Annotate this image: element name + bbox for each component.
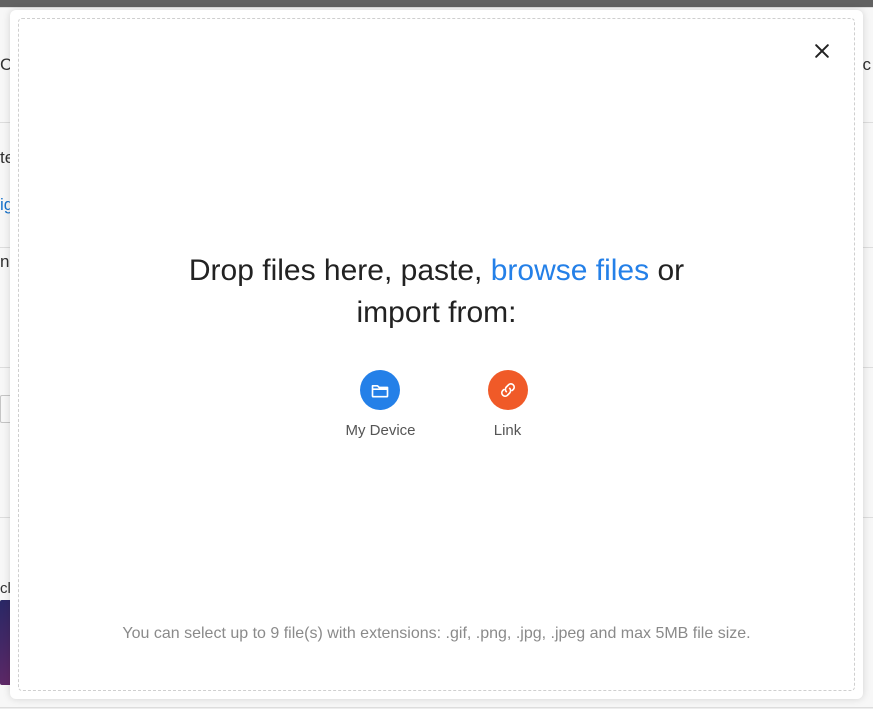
drop-prefix: Drop files here, paste, <box>189 254 491 287</box>
upload-restrictions: You can select up to 9 file(s) with exte… <box>70 621 803 647</box>
close-icon <box>812 41 832 61</box>
dropzone-content: Drop files here, paste, browse files or … <box>10 250 863 439</box>
modal-overlay: Drop files here, paste, browse files or … <box>0 0 873 709</box>
close-button[interactable] <box>809 38 835 64</box>
drop-suffix: import from: <box>356 296 516 329</box>
folder-icon <box>360 370 400 410</box>
drop-middle: or <box>649 254 684 287</box>
drop-instruction: Drop files here, paste, browse files or … <box>10 250 863 334</box>
source-link[interactable]: Link <box>488 370 528 439</box>
upload-modal: Drop files here, paste, browse files or … <box>10 10 863 699</box>
source-label: Link <box>494 422 522 439</box>
source-label: My Device <box>345 422 415 439</box>
link-icon <box>488 370 528 410</box>
browse-files-link[interactable]: browse files <box>491 254 649 287</box>
import-sources: My Device Link <box>10 370 863 439</box>
source-my-device[interactable]: My Device <box>345 370 415 439</box>
